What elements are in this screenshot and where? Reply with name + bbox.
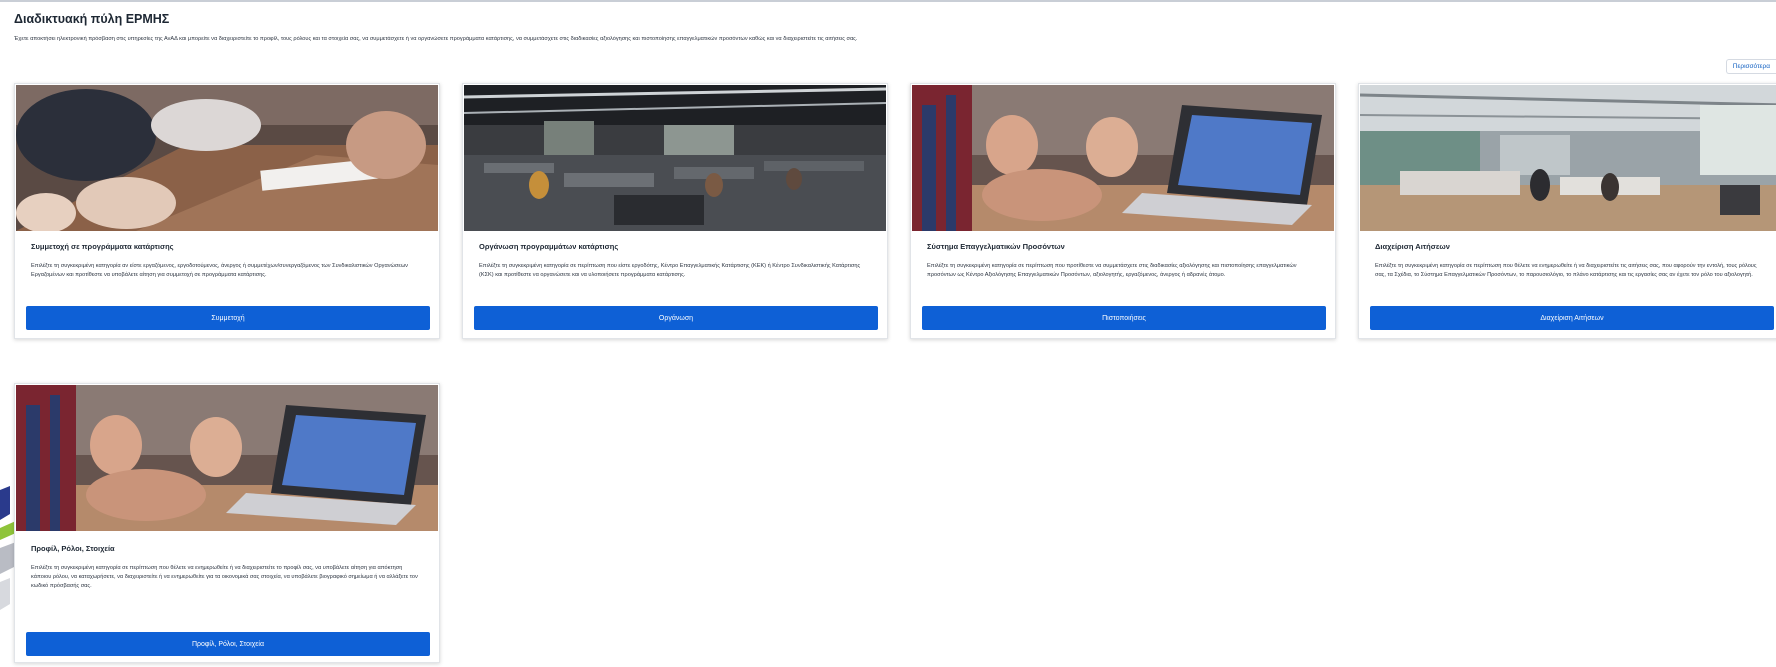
card-description: Επιλέξτε τη συγκεκριμένη κατηγορία σε πε…	[479, 263, 861, 278]
page-title: Διαδικτυακή πύλη ΕΡΜΗΣ	[14, 12, 170, 26]
organization-button[interactable]: Οργάνωση	[474, 306, 878, 330]
profile-roles-button[interactable]: Προφίλ, Ρόλοι, Στοιχεία	[26, 632, 430, 656]
office-floor-photo	[464, 85, 886, 231]
card-professional-qualifications: Σύστημα Επαγγελματικών Προσόντων Επιλέξτ…	[910, 83, 1336, 339]
card-title: Προφίλ, Ρόλοι, Στοιχεία	[31, 544, 115, 553]
top-divider	[0, 0, 1776, 2]
certifications-button[interactable]: Πιστοποιήσεις	[922, 306, 1326, 330]
laptop-discussion-photo	[16, 385, 438, 531]
card-title: Οργάνωση προγραμμάτων κατάρτισης	[479, 242, 619, 251]
card-training-participation: Συμμετοχή σε προγράμματα κατάρτισης Επιλ…	[14, 83, 440, 339]
card-description: Επιλέξτε τη συγκεκριμένη κατηγορία σε πε…	[31, 565, 418, 589]
card-title: Διαχείριση Αιτήσεων	[1375, 242, 1450, 251]
card-description: Επιλέξτε τη συγκεκριμένη κατηγορία σε πε…	[927, 263, 1297, 278]
card-profile-roles-details: Προφίλ, Ρόλοι, Στοιχεία Επιλέξτε τη συγκ…	[14, 383, 440, 663]
card-description: Επιλέξτε τη συγκεκριμένη κατηγορία αν εί…	[31, 263, 408, 278]
participation-button[interactable]: Συμμετοχή	[26, 306, 430, 330]
page-description: Έχετε αποκτήσει ηλεκτρονική πρόσβαση στι…	[14, 36, 858, 42]
card-title: Συμμετοχή σε προγράμματα κατάρτισης	[31, 242, 174, 251]
more-link[interactable]: Περισσότερα	[1725, 59, 1776, 74]
manage-applications-button[interactable]: Διαχείριση Αιτήσεων	[1370, 306, 1774, 330]
card-title: Σύστημα Επαγγελματικών Προσόντων	[927, 242, 1065, 251]
modern-office-photo	[1360, 85, 1776, 231]
meeting-photo	[16, 85, 438, 231]
card-description: Επιλέξτε τη συγκεκριμένη κατηγορία σε πε…	[1375, 263, 1757, 278]
laptop-discussion-photo	[912, 85, 1334, 231]
card-applications-management: Διαχείριση Αιτήσεων Επιλέξτε τη συγκεκρι…	[1358, 83, 1776, 339]
card-training-organization: Οργάνωση προγραμμάτων κατάρτισης Επιλέξτ…	[462, 83, 888, 339]
